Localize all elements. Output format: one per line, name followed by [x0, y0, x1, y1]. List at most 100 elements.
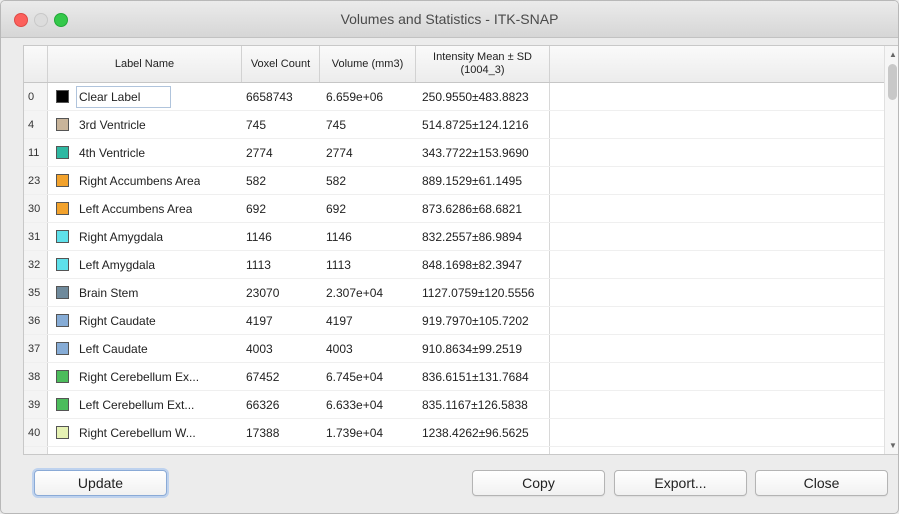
volume-cell: 1.734e+04 [320, 447, 416, 455]
copy-button[interactable]: Copy [472, 470, 605, 496]
voxel-count-cell: 582 [246, 173, 267, 188]
intensity-cell: 910.8634±99.2519 [416, 335, 550, 362]
row-index: 30 [24, 195, 48, 222]
scrollbar-thumb[interactable] [888, 64, 897, 100]
row-index: 36 [24, 307, 48, 334]
table-row[interactable]: 39 Left Cerebellum Ext... 66326 6.633e+04 83… [24, 391, 884, 419]
label-name: Right Accumbens Area [79, 173, 201, 188]
voxel-count-cell: 1113 [246, 257, 271, 272]
volume-cell: 582 [326, 173, 347, 188]
label-name: Right Cerebellum W... [79, 425, 196, 440]
label-color-swatch [56, 90, 69, 103]
label-name-cell[interactable]: Clear Label [48, 83, 242, 110]
label-color-swatch [56, 342, 69, 355]
table-row[interactable]: 30 Left Accumbens Area 692 692 873.6286±68.6… [24, 195, 884, 223]
label-color-swatch [56, 202, 69, 215]
intensity-cell: 343.7722±153.9690 [416, 139, 550, 166]
vertical-scrollbar[interactable]: ▲ ▼ [884, 46, 898, 454]
label-name-cell[interactable]: 4th Ventricle [48, 139, 242, 166]
label-name-cell[interactable]: Left Cerebellum Whi... [48, 447, 242, 455]
label-name-cell[interactable]: Right Caudate [48, 307, 242, 334]
intensity-cell: 889.1529±61.1495 [416, 167, 550, 194]
row-index: 37 [24, 335, 48, 362]
table-row[interactable]: 32 Left Amygdala 1113 1113 848.1698±82.3947 [24, 251, 884, 279]
row-index: 0 [24, 83, 48, 110]
scroll-up-icon[interactable]: ▲ [889, 50, 897, 59]
table-row[interactable]: 4 3rd Ventricle 745 745 514.8725±124.1216 [24, 111, 884, 139]
header-volume[interactable]: Volume (mm3) [320, 46, 416, 82]
label-name-cell[interactable]: Right Cerebellum Ex... [48, 363, 242, 390]
table-row[interactable]: 11 4th Ventricle 2774 2774 343.7722±153.9690 [24, 139, 884, 167]
label-name: Left Accumbens Area [79, 201, 193, 216]
row-index: 11 [24, 139, 48, 166]
close-button[interactable]: Close [755, 470, 888, 496]
table-header: Label Name Voxel Count Volume (mm3) Inte… [24, 46, 884, 83]
export-button[interactable]: Export... [614, 470, 747, 496]
label-color-swatch [56, 230, 69, 243]
header-index [24, 46, 48, 82]
label-name-cell[interactable]: Right Cerebellum W... [48, 419, 242, 446]
label-color-swatch [56, 118, 69, 131]
label-name: 4th Ventricle [79, 145, 146, 160]
label-name: Right Amygdala [79, 229, 164, 244]
label-name-cell[interactable]: Left Cerebellum Ext... [48, 391, 242, 418]
volume-cell: 692 [326, 201, 347, 216]
volume-cell: 1.739e+04 [326, 425, 384, 440]
intensity-cell: 1236.5878±97.4039 [416, 447, 550, 454]
table-row[interactable]: 36 Right Caudate 4197 4197 919.7970±105.7202 [24, 307, 884, 335]
label-color-swatch [56, 370, 69, 383]
label-name: Right Cerebellum Ex... [79, 369, 200, 384]
voxel-count-cell: 17336 [242, 447, 320, 455]
label-name-cell[interactable]: Right Amygdala [48, 223, 242, 250]
scroll-down-icon[interactable]: ▼ [889, 441, 897, 450]
voxel-count-cell: 2774 [246, 145, 273, 160]
label-color-swatch [56, 314, 69, 327]
label-color-swatch [56, 146, 69, 159]
voxel-count-cell: 1146 [246, 229, 272, 244]
label-name: Left Amygdala [79, 257, 156, 272]
volume-cell: 6.745e+04 [326, 369, 384, 384]
volume-cell: 6.633e+04 [326, 397, 384, 412]
table-row[interactable]: 0 Clear Label 6658743 6.659e+06 250.9550±483… [24, 83, 884, 111]
table-row[interactable]: 38 Right Cerebellum Ex... 67452 6.745e+04 83… [24, 363, 884, 391]
label-name-cell[interactable]: Left Caudate [48, 335, 242, 362]
label-color-swatch [56, 258, 69, 271]
label-color-swatch [56, 454, 69, 455]
volume-cell: 6.659e+06 [326, 89, 384, 104]
statistics-table[interactable]: Label Name Voxel Count Volume (mm3) Inte… [23, 45, 898, 455]
update-button[interactable]: Update [34, 470, 167, 496]
label-name-cell[interactable]: 3rd Ventricle [48, 111, 242, 138]
voxel-count-cell: 4003 [246, 341, 273, 356]
label-name: Right Caudate [79, 313, 156, 328]
table-row[interactable]: 31 Right Amygdala 1146 1146 832.2557±86.9894 [24, 223, 884, 251]
header-label-name[interactable]: Label Name [48, 46, 242, 82]
intensity-cell: 835.1167±126.5838 [416, 391, 550, 418]
table-row[interactable]: 37 Left Caudate 4003 4003 910.8634±99.2519 [24, 335, 884, 363]
row-index: 4 [24, 111, 48, 138]
row-index: 23 [24, 167, 48, 194]
label-name-cell[interactable]: Left Accumbens Area [48, 195, 242, 222]
table-row[interactable]: 41 Left Cerebellum Whi... 173361.734e+0412… [24, 447, 884, 455]
label-name-cell[interactable]: Left Amygdala [48, 251, 242, 278]
voxel-count-cell: 66326 [246, 397, 280, 412]
label-color-swatch [56, 286, 69, 299]
label-name: Left Cerebellum Ext... [79, 397, 195, 412]
table-row[interactable]: 23 Right Accumbens Area 582 582 889.1529±61.… [24, 167, 884, 195]
header-voxel-count[interactable]: Voxel Count [242, 46, 320, 82]
voxel-count-cell: 6658743 [246, 89, 293, 104]
row-index: 32 [24, 251, 48, 278]
intensity-cell: 873.6286±68.6821 [416, 195, 550, 222]
label-name: Brain Stem [79, 285, 139, 300]
title-bar: Volumes and Statistics - ITK-SNAP [1, 1, 898, 38]
intensity-cell: 1238.4262±96.5625 [416, 419, 550, 446]
label-name-cell[interactable]: Right Accumbens Area [48, 167, 242, 194]
voxel-count-cell: 17388 [246, 425, 280, 440]
table-row[interactable]: 35 Brain Stem 23070 2.307e+04 1127.0759±120.… [24, 279, 884, 307]
table-row[interactable]: 40 Right Cerebellum W... 17388 1.739e+04 123… [24, 419, 884, 447]
header-intensity[interactable]: Intensity Mean ± SD (1004_3) [416, 46, 550, 82]
volume-cell: 4003 [326, 341, 353, 356]
row-index: 39 [24, 391, 48, 418]
volume-cell: 2774 [326, 145, 353, 160]
label-name-cell[interactable]: Brain Stem [48, 279, 242, 306]
row-index: 31 [24, 223, 48, 250]
